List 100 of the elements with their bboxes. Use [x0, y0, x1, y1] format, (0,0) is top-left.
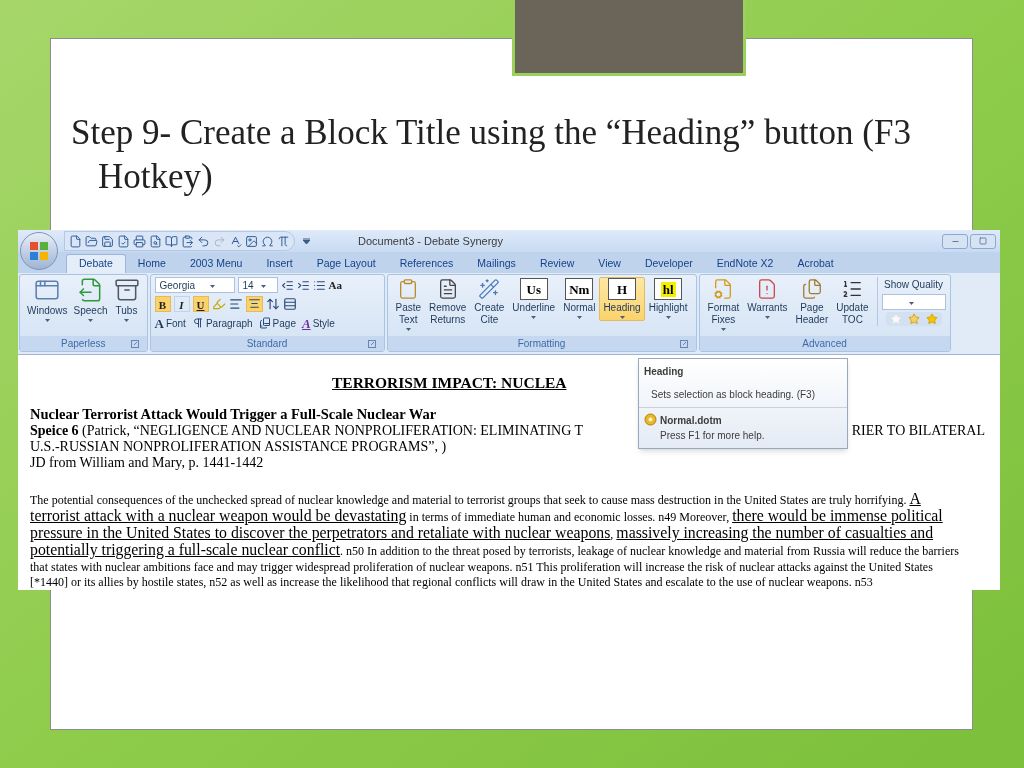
- book-icon: [258, 317, 271, 330]
- undo-icon[interactable]: [197, 234, 210, 248]
- ribbon-tab[interactable]: View: [586, 254, 633, 273]
- omega-icon[interactable]: [261, 234, 274, 248]
- help-text: Press F1 for more help.: [660, 429, 765, 443]
- command-button[interactable]: Paragraph: [191, 315, 253, 331]
- ribbon-button[interactable]: Windows: [24, 277, 71, 322]
- cite-line: Speice 6 (Patrick, “NEGLIGENCE AND NUCLEAR NONPROLIFERATION: ELIMINATING T: [30, 423, 584, 439]
- restore-icon: [979, 237, 987, 245]
- align-center-icon: [247, 297, 261, 310]
- size-dropdown[interactable]: 14: [237, 277, 278, 294]
- document-icon: [800, 278, 823, 300]
- show-quality-label: Show Quality: [884, 278, 943, 292]
- button-glyph: Nm: [565, 278, 594, 300]
- ribbon-button[interactable]: Warrants: [743, 277, 792, 321]
- dialog-launcher-icon[interactable]: [367, 339, 376, 348]
- caret-icon: [576, 316, 582, 319]
- ribbon-button[interactable]: Format Fixes: [703, 277, 744, 333]
- tag-line: Nuclear Terrorist Attack Would Trigger a Full-Scale Nuclear War: [30, 406, 437, 423]
- ribbon-button[interactable]: Speech: [70, 277, 111, 322]
- ribbon-tab[interactable]: 2003 Menu: [177, 254, 255, 273]
- save-icon[interactable]: [101, 234, 114, 248]
- ribbon-button[interactable]: H Heading: [599, 277, 645, 321]
- ribbon-button[interactable]: Us Underline: [508, 277, 560, 321]
- caret-icon: [531, 316, 537, 319]
- caret-icon: [88, 319, 94, 322]
- format-toggle[interactable]: I: [173, 295, 190, 312]
- line-spacing-icon[interactable]: [265, 296, 280, 311]
- ribbon-button[interactable]: Remove Returns: [425, 277, 471, 328]
- list-icon[interactable]: [312, 278, 326, 292]
- tooltip-description: Sets selection as block heading. (F3): [639, 379, 847, 408]
- spacing-icon[interactable]: [282, 296, 297, 311]
- ribbon-tab[interactable]: Debate: [66, 254, 126, 273]
- ribbon-button[interactable]: Page Header: [791, 277, 833, 328]
- ribbon-tab[interactable]: Page Layout: [304, 254, 388, 273]
- paragraph-icon: [191, 317, 204, 330]
- folder-icon[interactable]: [85, 234, 98, 248]
- star-icon[interactable]: [907, 313, 920, 325]
- group-label: Advanced: [802, 337, 847, 351]
- align-center-button[interactable]: [245, 295, 263, 312]
- caret-icon: [764, 316, 770, 319]
- caret-icon: [209, 284, 215, 288]
- ribbon-button[interactable]: Nm Normal: [559, 277, 600, 321]
- cite-line: RIER TO BILATERAL: [851, 423, 985, 439]
- body-paragraph: The potential consequences of the unchecked spread of nuclear knowledge and material to terrorist groups that seek to cause mass destruction in the United States are truly horrifying. A terrorist attack with a nuclear weapon would be devastating in terms of immediate human and economic losses. n49 Moreover, there would be immense political pressure in the United States to discover the perpetrators and retaliate with nuclear weapons, massively increasing the number of casualties and potentially triggering a full-scale nuclear conflict. n50 In addition to the threat posed by terrorists, leakage of nuclear knowledge and material from Russia will reduce the barriers that states with nuclear ambitions face and may trigger widespread proliferation of nuclear weapons. n51 This proliferation will increase the risk of nuclear attacks against the United States [*1440] or its allies by hostile states, n52 as well as increase the likelihood that regional conflicts will draw in the United States and escalate to the use of nuclear weapons. n53: [30, 491, 959, 589]
- star-icon[interactable]: [925, 313, 938, 325]
- caret-icon: [405, 328, 411, 331]
- ribbon-tab[interactable]: Home: [125, 254, 178, 273]
- printer-icon[interactable]: [133, 234, 146, 248]
- ribbon-tab[interactable]: Review: [527, 254, 587, 273]
- spellcheck-icon[interactable]: [229, 234, 242, 248]
- align-left-icon[interactable]: [228, 296, 243, 311]
- office-button[interactable]: [20, 232, 58, 270]
- cite-line: JD from William and Mary, p. 1441-1442: [30, 455, 265, 471]
- ribbon-button[interactable]: Tubs: [110, 277, 143, 322]
- caret-icon: [260, 284, 266, 288]
- book-icon[interactable]: [165, 234, 178, 248]
- logo-icon: [29, 241, 49, 261]
- caret-icon: [44, 319, 50, 322]
- caret-icon: [720, 328, 726, 331]
- customize-caret-icon[interactable]: [303, 238, 310, 244]
- pi-icon[interactable]: [277, 234, 290, 248]
- slide-title: Step 9- Create a Block Title using the “Heading” button (F3 Hotkey): [71, 112, 912, 198]
- ribbon-tab[interactable]: EndNote X2: [704, 254, 786, 273]
- dialog-launcher-icon[interactable]: [130, 339, 139, 348]
- command-button[interactable]: A Style: [301, 313, 335, 333]
- group-label: Paperless: [61, 337, 106, 351]
- button-glyph: hl: [654, 278, 683, 300]
- bin-icon: [113, 277, 140, 303]
- ribbon-tab[interactable]: Acrobat: [785, 254, 846, 273]
- cite-line: U.S.-RUSSIAN NONPROLIFERATION ASSISTANCE PROGRAMS”, ): [30, 439, 448, 455]
- format-toggle[interactable]: U: [192, 295, 209, 312]
- ribbon-tab[interactable]: References: [387, 254, 466, 273]
- indent-icon[interactable]: [296, 278, 310, 292]
- font-dropdown[interactable]: Georgia: [154, 277, 235, 294]
- document-check-icon[interactable]: [117, 234, 130, 248]
- grow-font-button[interactable]: Aa: [328, 277, 342, 294]
- button-glyph: H: [608, 278, 636, 300]
- ribbon-tab[interactable]: Developer: [632, 254, 705, 273]
- outdent-icon[interactable]: [280, 278, 294, 292]
- ribbon-button[interactable]: Paste Text: [391, 277, 426, 333]
- format-toggle[interactable]: B: [154, 295, 171, 312]
- ribbon-tab[interactable]: Insert: [254, 254, 305, 273]
- dialog-launcher-icon[interactable]: [679, 339, 688, 348]
- tooltip-title: Heading: [643, 365, 685, 379]
- preview-icon[interactable]: [149, 234, 162, 248]
- command-button[interactable]: AFont: [154, 313, 186, 333]
- ribbon-button[interactable]: hl Highlight: [644, 277, 692, 321]
- template-name: Normal.dotm: [660, 414, 723, 428]
- command-button[interactable]: Page: [258, 315, 296, 331]
- caret-icon: [124, 319, 129, 322]
- group-label: Standard: [246, 337, 288, 351]
- new-file-icon[interactable]: [69, 234, 82, 248]
- document-heading: TERRORISM IMPACT: NUCLEA: [332, 373, 568, 393]
- clipboard-icon[interactable]: [181, 234, 194, 248]
- window-title: Document3 - Debate Synergy: [358, 233, 503, 249]
- ribbon-button[interactable]: Update TOC: [832, 277, 873, 328]
- ribbon-tab[interactable]: Mailings: [465, 254, 528, 273]
- image-icon[interactable]: [245, 234, 258, 248]
- ribbon-button[interactable]: Create Cite: [470, 277, 509, 328]
